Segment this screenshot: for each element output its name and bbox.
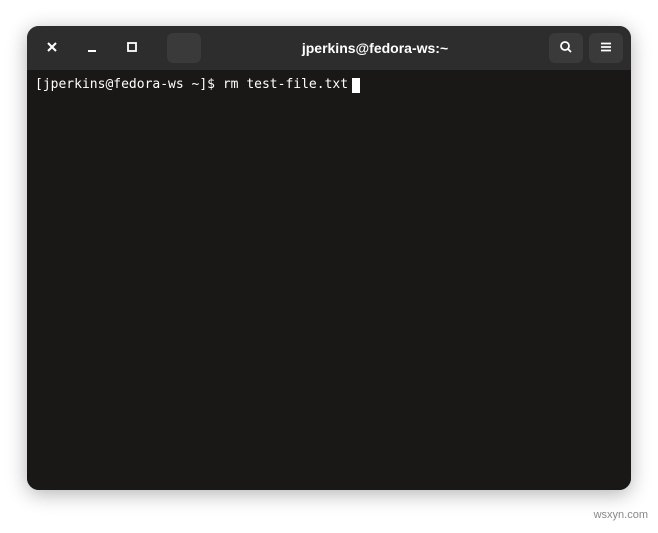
terminal-window: jperkins@fedora-ws:~ [27,26,631,490]
shell-command: rm test-file.txt [223,76,348,94]
watermark: wsxyn.com [594,509,648,521]
minimize-button[interactable] [75,33,109,63]
menu-button[interactable] [589,33,623,63]
hamburger-icon [598,39,614,58]
cursor [352,78,360,93]
titlebar-left-controls [35,33,201,63]
close-icon [44,39,60,58]
terminal-body[interactable]: [jperkins@fedora-ws ~]$ rm test-file.txt [27,70,631,490]
minimize-icon [84,39,100,58]
new-tab-button[interactable] [167,33,201,63]
window-title: jperkins@fedora-ws:~ [207,40,543,56]
search-button[interactable] [549,33,583,63]
search-icon [558,39,574,58]
titlebar-right-controls [549,33,623,63]
maximize-button[interactable] [115,33,149,63]
close-button[interactable] [35,33,69,63]
titlebar: jperkins@fedora-ws:~ [27,26,631,70]
maximize-icon [124,39,140,58]
terminal-line: [jperkins@fedora-ws ~]$ rm test-file.txt [35,76,623,94]
shell-prompt: [jperkins@fedora-ws ~]$ [35,76,223,94]
